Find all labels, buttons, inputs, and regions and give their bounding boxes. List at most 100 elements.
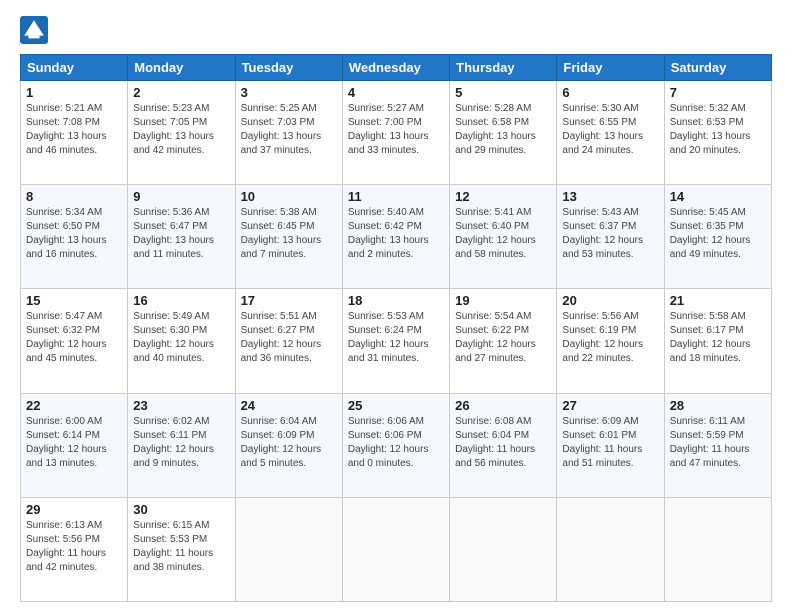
calendar-cell: 8Sunrise: 5:34 AMSunset: 6:50 PMDaylight…: [21, 185, 128, 289]
day-number: 12: [455, 189, 551, 204]
day-of-week-header: Tuesday: [235, 55, 342, 81]
calendar-cell: 22 Sunrise: 6:00 AMSunset: 6:14 PMDayligh…: [21, 393, 128, 497]
calendar-cell: 5 Sunrise: 5:28 AMSunset: 6:58 PMDaylight…: [450, 81, 557, 185]
calendar-cell: 15 Sunrise: 5:47 AMSunset: 6:32 PMDayligh…: [21, 289, 128, 393]
day-number: 26: [455, 398, 551, 413]
day-info: Sunrise: 5:36 AMSunset: 6:47 PMDaylight:…: [133, 206, 229, 262]
day-info: Sunrise: 5:45 AMSunset: 6:35 PMDaylight:…: [670, 206, 766, 262]
calendar-cell: 2 Sunrise: 5:23 AMSunset: 7:05 PMDaylight…: [128, 81, 235, 185]
day-info: Sunrise: 5:34 AMSunset: 6:50 PMDaylight:…: [26, 206, 122, 262]
calendar-cell: 9 Sunrise: 5:36 AMSunset: 6:47 PMDaylight…: [128, 185, 235, 289]
logo-icon: [20, 16, 48, 44]
calendar-cell: 21 Sunrise: 5:58 AMSunset: 6:17 PMDayligh…: [664, 289, 771, 393]
calendar-cell: 24 Sunrise: 6:04 AMSunset: 6:09 PMDayligh…: [235, 393, 342, 497]
day-number: 29: [26, 502, 122, 517]
day-number: 28: [670, 398, 766, 413]
calendar-table: SundayMondayTuesdayWednesdayThursdayFrid…: [20, 54, 772, 602]
day-info: Sunrise: 5:38 AMSunset: 6:45 PMDaylight:…: [241, 206, 337, 262]
day-info: Sunrise: 6:13 AMSunset: 5:56 PMDaylight:…: [26, 519, 122, 575]
day-number: 2: [133, 85, 229, 100]
day-number: 4: [348, 85, 444, 100]
day-number: 5: [455, 85, 551, 100]
calendar-cell: 26 Sunrise: 6:08 AMSunset: 6:04 PMDayligh…: [450, 393, 557, 497]
day-info: Sunrise: 5:27 AMSunset: 7:00 PMDaylight:…: [348, 102, 444, 158]
day-info: Sunrise: 6:09 AMSunset: 6:01 PMDaylight:…: [562, 415, 658, 471]
day-info: Sunrise: 5:28 AMSunset: 6:58 PMDaylight:…: [455, 102, 551, 158]
calendar-cell: 11Sunrise: 5:40 AMSunset: 6:42 PMDayligh…: [342, 185, 449, 289]
day-info: Sunrise: 5:58 AMSunset: 6:17 PMDaylight:…: [670, 310, 766, 366]
day-info: Sunrise: 5:41 AMSunset: 6:40 PMDaylight:…: [455, 206, 551, 262]
day-number: 25: [348, 398, 444, 413]
logo: [20, 16, 52, 44]
day-number: 22: [26, 398, 122, 413]
day-number: 18: [348, 293, 444, 308]
day-info: Sunrise: 6:00 AMSunset: 6:14 PMDaylight:…: [26, 415, 122, 471]
day-info: Sunrise: 6:11 AMSunset: 5:59 PMDaylight:…: [670, 415, 766, 471]
calendar-cell: 10 Sunrise: 5:38 AMSunset: 6:45 PMDayligh…: [235, 185, 342, 289]
calendar-cell: 25 Sunrise: 6:06 AMSunset: 6:06 PMDayligh…: [342, 393, 449, 497]
day-info: Sunrise: 5:21 AMSunset: 7:08 PMDaylight:…: [26, 102, 122, 158]
day-of-week-header: Sunday: [21, 55, 128, 81]
day-number: 10: [241, 189, 337, 204]
calendar-cell: 1 Sunrise: 5:21 AMSunset: 7:08 PMDaylight…: [21, 81, 128, 185]
page-header: [20, 16, 772, 44]
day-of-week-header: Friday: [557, 55, 664, 81]
day-of-week-header: Thursday: [450, 55, 557, 81]
day-info: Sunrise: 6:04 AMSunset: 6:09 PMDaylight:…: [241, 415, 337, 471]
calendar-cell: 14 Sunrise: 5:45 AMSunset: 6:35 PMDayligh…: [664, 185, 771, 289]
calendar-cell: 3 Sunrise: 5:25 AMSunset: 7:03 PMDaylight…: [235, 81, 342, 185]
calendar-cell: [557, 497, 664, 601]
calendar-cell: 30 Sunrise: 6:15 AMSunset: 5:53 PMDayligh…: [128, 497, 235, 601]
calendar-cell: [235, 497, 342, 601]
calendar-cell: 27 Sunrise: 6:09 AMSunset: 6:01 PMDayligh…: [557, 393, 664, 497]
day-number: 16: [133, 293, 229, 308]
day-number: 15: [26, 293, 122, 308]
day-number: 30: [133, 502, 229, 517]
day-number: 1: [26, 85, 122, 100]
calendar-cell: 6 Sunrise: 5:30 AMSunset: 6:55 PMDaylight…: [557, 81, 664, 185]
day-info: Sunrise: 6:08 AMSunset: 6:04 PMDaylight:…: [455, 415, 551, 471]
day-number: 11: [348, 189, 444, 204]
calendar-cell: 23 Sunrise: 6:02 AMSunset: 6:11 PMDayligh…: [128, 393, 235, 497]
day-number: 24: [241, 398, 337, 413]
day-number: 21: [670, 293, 766, 308]
day-info: Sunrise: 5:49 AMSunset: 6:30 PMDaylight:…: [133, 310, 229, 366]
calendar-cell: 19 Sunrise: 5:54 AMSunset: 6:22 PMDayligh…: [450, 289, 557, 393]
calendar-cell: [664, 497, 771, 601]
day-info: Sunrise: 6:02 AMSunset: 6:11 PMDaylight:…: [133, 415, 229, 471]
day-info: Sunrise: 6:06 AMSunset: 6:06 PMDaylight:…: [348, 415, 444, 471]
day-info: Sunrise: 5:54 AMSunset: 6:22 PMDaylight:…: [455, 310, 551, 366]
day-info: Sunrise: 5:30 AMSunset: 6:55 PMDaylight:…: [562, 102, 658, 158]
calendar-cell: 13 Sunrise: 5:43 AMSunset: 6:37 PMDayligh…: [557, 185, 664, 289]
day-number: 19: [455, 293, 551, 308]
day-info: Sunrise: 5:56 AMSunset: 6:19 PMDaylight:…: [562, 310, 658, 366]
day-number: 23: [133, 398, 229, 413]
calendar-cell: 28 Sunrise: 6:11 AMSunset: 5:59 PMDayligh…: [664, 393, 771, 497]
day-info: Sunrise: 5:47 AMSunset: 6:32 PMDaylight:…: [26, 310, 122, 366]
day-info: Sunrise: 6:15 AMSunset: 5:53 PMDaylight:…: [133, 519, 229, 575]
day-of-week-header: Wednesday: [342, 55, 449, 81]
day-number: 13: [562, 189, 658, 204]
day-number: 20: [562, 293, 658, 308]
calendar-cell: 20 Sunrise: 5:56 AMSunset: 6:19 PMDayligh…: [557, 289, 664, 393]
day-of-week-header: Saturday: [664, 55, 771, 81]
calendar-cell: 18Sunrise: 5:53 AMSunset: 6:24 PMDayligh…: [342, 289, 449, 393]
calendar-cell: 29 Sunrise: 6:13 AMSunset: 5:56 PMDayligh…: [21, 497, 128, 601]
calendar-cell: 12 Sunrise: 5:41 AMSunset: 6:40 PMDayligh…: [450, 185, 557, 289]
calendar-cell: [450, 497, 557, 601]
calendar-cell: 7Sunrise: 5:32 AMSunset: 6:53 PMDaylight…: [664, 81, 771, 185]
day-number: 7: [670, 85, 766, 100]
day-number: 27: [562, 398, 658, 413]
day-number: 6: [562, 85, 658, 100]
calendar-cell: 4 Sunrise: 5:27 AMSunset: 7:00 PMDaylight…: [342, 81, 449, 185]
day-info: Sunrise: 5:43 AMSunset: 6:37 PMDaylight:…: [562, 206, 658, 262]
day-info: Sunrise: 5:51 AMSunset: 6:27 PMDaylight:…: [241, 310, 337, 366]
day-info: Sunrise: 5:25 AMSunset: 7:03 PMDaylight:…: [241, 102, 337, 158]
day-number: 9: [133, 189, 229, 204]
day-number: 3: [241, 85, 337, 100]
day-info: Sunrise: 5:23 AMSunset: 7:05 PMDaylight:…: [133, 102, 229, 158]
day-number: 14: [670, 189, 766, 204]
day-number: 17: [241, 293, 337, 308]
calendar-cell: 16 Sunrise: 5:49 AMSunset: 6:30 PMDayligh…: [128, 289, 235, 393]
calendar-cell: [342, 497, 449, 601]
